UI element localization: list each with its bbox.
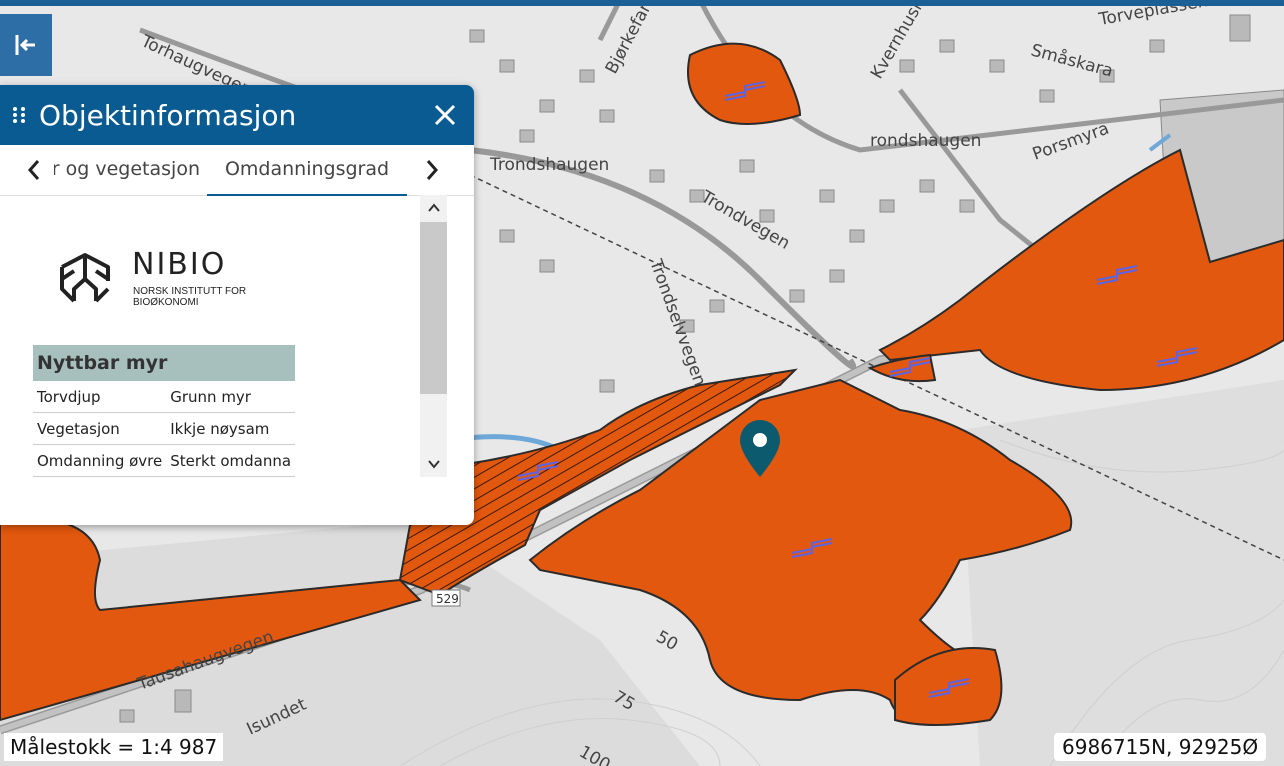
nibio-logo-icon <box>60 253 110 303</box>
row-value: Ikkje nøysam <box>166 412 296 445</box>
tab-myr-og-vegetasjon[interactable]: Myr og vegetasjon <box>30 145 200 194</box>
chevron-left-icon <box>27 159 40 180</box>
row-key: Omdanning øvre <box>33 444 167 477</box>
table-row: Omdanning øvre Sterkt omdanna <box>33 444 296 477</box>
row-value: Grunn myr <box>166 381 296 413</box>
map-label-trondshaugen: Trondshaugen <box>489 155 609 175</box>
drag-handle-icon[interactable] <box>4 105 34 125</box>
map-label-rondshaugen: rondshaugen <box>870 131 981 151</box>
logo-name: NIBIO <box>132 247 227 282</box>
scrollbar[interactable] <box>420 195 447 477</box>
panel-header: Objektinformasjon <box>0 85 474 145</box>
tab-bar: Myr og vegetasjon Omdanningsgrad <box>0 145 474 196</box>
scroll-down-button[interactable] <box>420 453 447 475</box>
terrain-shade <box>960 380 1284 766</box>
scroll-thumb[interactable] <box>420 222 447 394</box>
top-bar <box>0 0 1284 6</box>
close-icon <box>434 104 456 126</box>
chevron-right-icon <box>426 159 439 180</box>
panel-title: Objektinformasjon <box>39 98 297 132</box>
chevron-up-icon <box>427 203 440 212</box>
row-key: Vegetasjon <box>33 412 167 445</box>
row-key: Torvdjup <box>33 381 167 413</box>
table-row: Vegetasjon Ikkje nøysam <box>33 412 296 445</box>
tab-scroll-right-button[interactable] <box>412 145 452 194</box>
panel-content: NIBIO NORSK INSTITUTT FOR BIOØKONOMI Nyt… <box>0 195 474 525</box>
chevron-down-icon <box>427 460 440 469</box>
logo-subtitle-line1: NORSK INSTITUTT FOR <box>133 286 247 297</box>
tab-scroll-left-button[interactable] <box>14 145 54 194</box>
row-value: Sterkt omdanna <box>166 444 296 477</box>
exit-button[interactable] <box>0 14 52 76</box>
info-table-header: Nyttbar myr <box>33 345 296 381</box>
logo-subtitle-line2: BIOØKONOMI <box>133 297 199 308</box>
table-row: Torvdjup Grunn myr <box>33 381 296 413</box>
coordinate-readout: 6986715N, 92925Ø <box>1054 733 1267 761</box>
close-button[interactable] <box>430 100 460 130</box>
info-table: Nyttbar myr Torvdjup Grunn myr Vegetasjo… <box>33 345 296 477</box>
tab-omdanningsgrad[interactable]: Omdanningsgrad <box>207 145 407 196</box>
object-info-panel: Objektinformasjon Myr og vegetasjon Omda… <box>0 85 474 525</box>
scroll-up-button[interactable] <box>420 197 447 219</box>
scale-readout: Målestokk = 1:4 987 <box>4 733 224 761</box>
nibio-logo: NIBIO NORSK INSTITUTT FOR BIOØKONOMI <box>56 247 296 317</box>
exit-icon <box>15 35 35 55</box>
logo-subtitle: NORSK INSTITUTT FOR BIOØKONOMI <box>133 286 283 308</box>
road-number: 529 <box>436 592 459 606</box>
